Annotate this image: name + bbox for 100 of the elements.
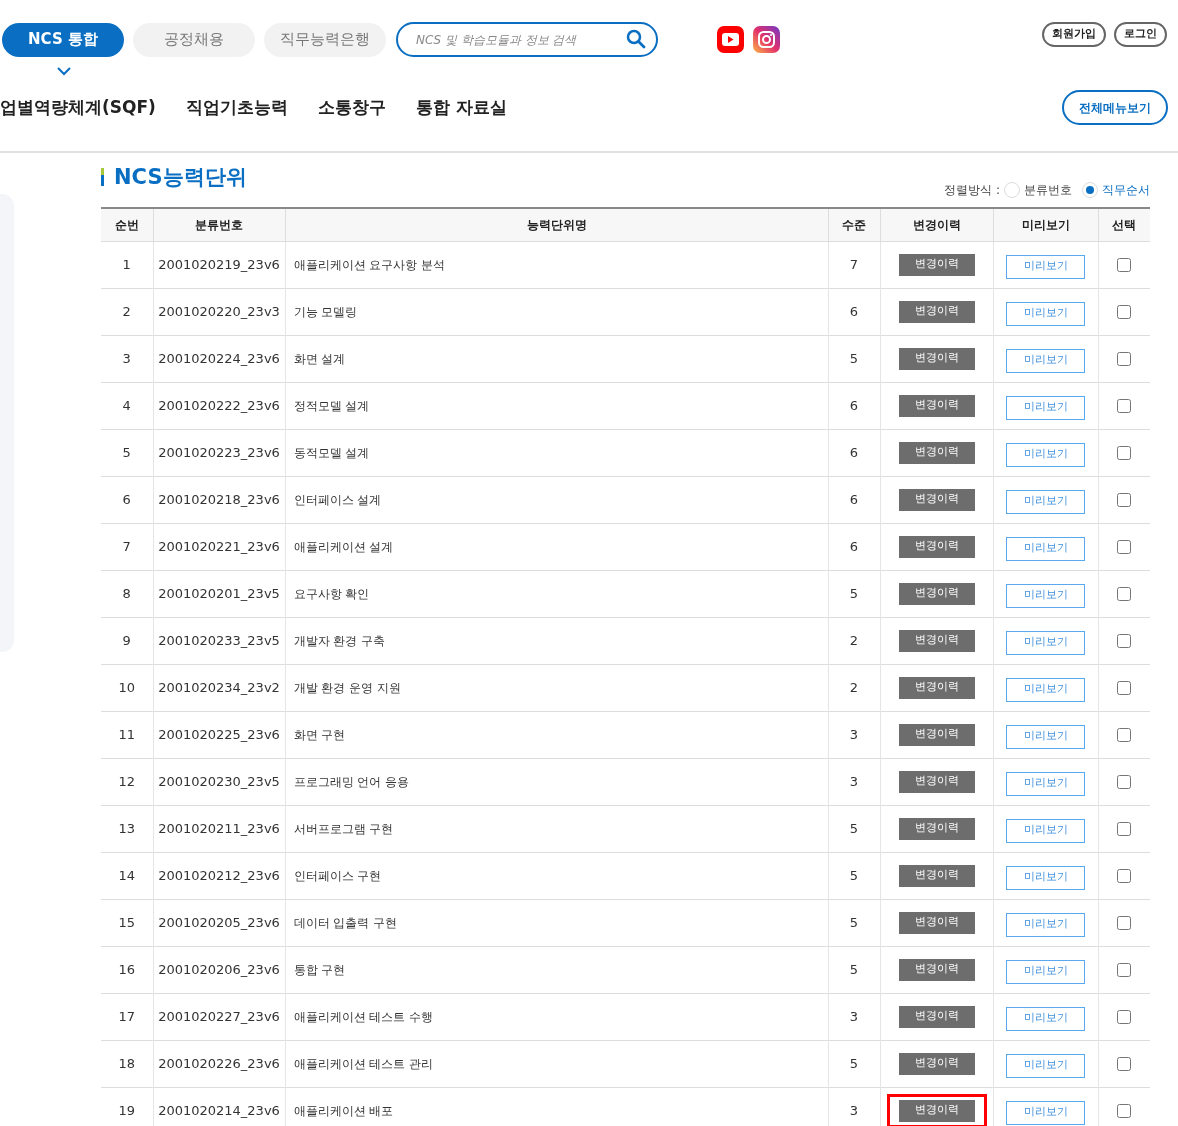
- table-cell: 3: [828, 711, 880, 758]
- table-cell: 2001020211_23v6: [153, 805, 285, 852]
- table-cell: 개발 환경 운영 지원: [285, 664, 828, 711]
- preview-button[interactable]: 미리보기: [1006, 583, 1085, 608]
- row-checkbox[interactable]: [1117, 493, 1132, 508]
- row-checkbox[interactable]: [1117, 728, 1132, 743]
- history-button[interactable]: 변경이력: [898, 1005, 975, 1028]
- section-title: NCS능력단위: [114, 163, 247, 191]
- preview-button[interactable]: 미리보기: [1006, 865, 1085, 890]
- history-button[interactable]: 변경이력: [898, 958, 975, 981]
- history-button[interactable]: 변경이력: [898, 488, 975, 511]
- history-button[interactable]: 변경이력: [898, 300, 975, 323]
- table-cell: 2001020233_23v5: [153, 617, 285, 664]
- table-cell: 2001020218_23v6: [153, 476, 285, 523]
- main-menu-link[interactable]: 통합 자료실: [415, 94, 507, 121]
- search-icon[interactable]: [626, 29, 646, 49]
- table-cell: 애플리케이션 요구사항 분석: [285, 241, 828, 288]
- account-button[interactable]: 로그인: [1114, 22, 1167, 47]
- row-checkbox[interactable]: [1117, 1057, 1132, 1072]
- camera-icon[interactable]: [753, 26, 780, 53]
- preview-button[interactable]: 미리보기: [1006, 630, 1085, 655]
- row-checkbox[interactable]: [1117, 352, 1132, 367]
- row-checkbox[interactable]: [1117, 775, 1132, 790]
- table-cell: 5: [828, 805, 880, 852]
- row-checkbox[interactable]: [1117, 258, 1132, 273]
- row-checkbox[interactable]: [1117, 1010, 1132, 1025]
- row-checkbox[interactable]: [1117, 587, 1132, 602]
- preview-button[interactable]: 미리보기: [1006, 536, 1085, 561]
- row-checkbox[interactable]: [1117, 822, 1132, 837]
- preview-button[interactable]: 미리보기: [1006, 1100, 1085, 1125]
- preview-button[interactable]: 미리보기: [1006, 677, 1085, 702]
- table-cell: 5: [828, 852, 880, 899]
- table-cell: 17: [101, 993, 153, 1040]
- preview-button[interactable]: 미리보기: [1006, 254, 1085, 279]
- main-menu-link[interactable]: 소통창구: [317, 94, 386, 121]
- row-checkbox[interactable]: [1117, 305, 1132, 320]
- preview-button[interactable]: 미리보기: [1006, 912, 1085, 937]
- table-cell: 2001020201_23v5: [153, 570, 285, 617]
- search-field[interactable]: NCS 및 학습모듈과 정보 검색: [396, 22, 658, 57]
- row-checkbox[interactable]: [1117, 446, 1132, 461]
- table-cell: 인터페이스 설계: [285, 476, 828, 523]
- history-button[interactable]: 변경이력: [898, 441, 975, 464]
- row-checkbox[interactable]: [1117, 399, 1132, 414]
- table-cell: 1: [101, 241, 153, 288]
- table-cell: 2: [828, 664, 880, 711]
- preview-button[interactable]: 미리보기: [1006, 442, 1085, 467]
- table-cell: 프로그래밍 언어 응용: [285, 758, 828, 805]
- table-cell: 5: [828, 1040, 880, 1087]
- row-checkbox[interactable]: [1117, 916, 1132, 931]
- history-button[interactable]: 변경이력: [898, 770, 975, 793]
- history-button[interactable]: 변경이력: [898, 394, 975, 417]
- history-button[interactable]: 변경이력: [898, 1052, 975, 1075]
- table-cell: 애플리케이션 배포: [285, 1087, 828, 1126]
- preview-button[interactable]: 미리보기: [1006, 771, 1085, 796]
- history-button[interactable]: 변경이력: [898, 911, 975, 934]
- history-button[interactable]: 변경이력: [898, 535, 975, 558]
- row-checkbox[interactable]: [1117, 634, 1132, 649]
- table-cell: 5: [828, 335, 880, 382]
- top-tab[interactable]: 공정채용: [133, 22, 255, 57]
- top-tab[interactable]: NCS 통합: [2, 22, 124, 57]
- row-checkbox[interactable]: [1117, 681, 1132, 696]
- preview-button[interactable]: 미리보기: [1006, 489, 1085, 514]
- history-button[interactable]: 변경이력: [898, 723, 975, 746]
- table-cell: 19: [101, 1087, 153, 1126]
- history-button[interactable]: 변경이력: [898, 347, 975, 370]
- all-menu-button[interactable]: 전체메뉴보기: [1062, 90, 1168, 125]
- sort-radio[interactable]: 직무순서: [1082, 181, 1150, 199]
- preview-button[interactable]: 미리보기: [1006, 959, 1085, 984]
- sort-radio[interactable]: 분류번호: [1004, 181, 1072, 199]
- preview-button[interactable]: 미리보기: [1006, 818, 1085, 843]
- history-button[interactable]: 변경이력: [898, 864, 975, 887]
- history-button[interactable]: 변경이력: [898, 817, 975, 840]
- history-button[interactable]: 변경이력: [898, 1099, 975, 1122]
- main-menu-link[interactable]: 업별역량체계(SQF): [0, 94, 156, 121]
- preview-button[interactable]: 미리보기: [1006, 301, 1085, 326]
- preview-button[interactable]: 미리보기: [1006, 1053, 1085, 1078]
- table-cell: 2001020212_23v6: [153, 852, 285, 899]
- history-button[interactable]: 변경이력: [898, 676, 975, 699]
- history-button[interactable]: 변경이력: [898, 253, 975, 276]
- row-checkbox[interactable]: [1117, 1104, 1132, 1119]
- row-checkbox[interactable]: [1117, 963, 1132, 978]
- top-tab[interactable]: 직무능력은행: [264, 22, 386, 57]
- row-checkbox[interactable]: [1117, 540, 1132, 555]
- table-cell: 2001020226_23v6: [153, 1040, 285, 1087]
- history-button[interactable]: 변경이력: [898, 629, 975, 652]
- preview-button[interactable]: 미리보기: [1006, 724, 1085, 749]
- main-menu-link[interactable]: 직업기초능력: [185, 94, 288, 121]
- video-play-icon[interactable]: [717, 26, 744, 53]
- table-cell: 15: [101, 899, 153, 946]
- preview-button[interactable]: 미리보기: [1006, 395, 1085, 420]
- history-button[interactable]: 변경이력: [898, 582, 975, 605]
- account-button[interactable]: 회원가입: [1042, 22, 1106, 47]
- preview-button[interactable]: 미리보기: [1006, 348, 1085, 373]
- column-header: 변경이력: [880, 208, 993, 241]
- table-cell: 5: [828, 570, 880, 617]
- table-cell: 기능 모델링: [285, 288, 828, 335]
- row-checkbox[interactable]: [1117, 869, 1132, 884]
- preview-button[interactable]: 미리보기: [1006, 1006, 1085, 1031]
- table-cell: 8: [101, 570, 153, 617]
- column-header: 순번: [101, 208, 153, 241]
